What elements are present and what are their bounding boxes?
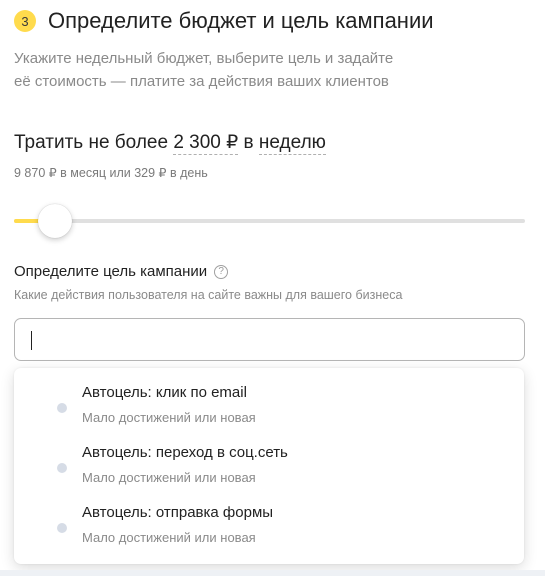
budget-hint: 9 870 ₽ в месяц или 329 ₽ в день [14,166,208,180]
goal-option[interactable]: Автоцель: клик по email Мало достижений … [14,368,524,428]
goal-option-title: Автоцель: клик по email [82,384,247,401]
status-dot-icon [57,403,67,413]
goal-subtitle: Какие действия пользователя на сайте важ… [14,288,403,302]
goal-search-input[interactable] [14,318,525,361]
step-subtitle: Укажите недельный бюджет, выберите цель … [14,47,524,93]
step-title: Определите бюджет и цель кампании [48,8,434,33]
budget-row: Тратить не более 2 300 ₽ в неделю [14,131,326,155]
budget-preposition: в [243,132,254,153]
goal-option-subtitle: Мало достижений или новая [82,470,256,485]
text-caret [31,331,32,350]
status-dot-icon [57,463,67,473]
goal-option-subtitle: Мало достижений или новая [82,410,256,425]
goal-option-title: Автоцель: отправка формы [82,504,274,521]
goal-option[interactable]: Автоцель: отправка формы Мало достижений… [14,488,524,548]
step-header: 3 Определите бюджет и цель кампании [14,8,434,34]
budget-slider[interactable] [14,204,525,238]
goal-dropdown: Автоцель: клик по email Мало достижений … [14,368,524,564]
budget-slider-thumb[interactable] [38,204,72,238]
goal-option[interactable]: Автоцель: переход в соц.сеть Мало достиж… [14,428,524,488]
step-subtitle-line-1: Укажите недельный бюджет, выберите цель … [14,50,394,67]
goal-title-text: Определите цель кампании [14,263,208,280]
goal-option-title: Автоцель: переход в соц.сеть [82,444,288,461]
budget-amount-value: 2 300 [173,132,221,153]
budget-prefix: Тратить не более [14,132,169,153]
goal-option-subtitle: Мало достижений или новая [82,530,256,545]
goal-section-title: Определите цель кампании ? [14,263,229,280]
step-subtitle-line-2: её стоимость — платите за действия ваших… [14,73,389,90]
step-number-badge: 3 [14,10,36,32]
status-dot-icon [57,523,67,533]
page-bottom-strip [0,570,545,576]
budget-currency: ₽ [226,132,239,153]
budget-period-select[interactable]: неделю [258,132,326,155]
question-circle-icon[interactable]: ? [214,264,229,279]
budget-amount-input[interactable]: 2 300 ₽ [173,132,239,155]
